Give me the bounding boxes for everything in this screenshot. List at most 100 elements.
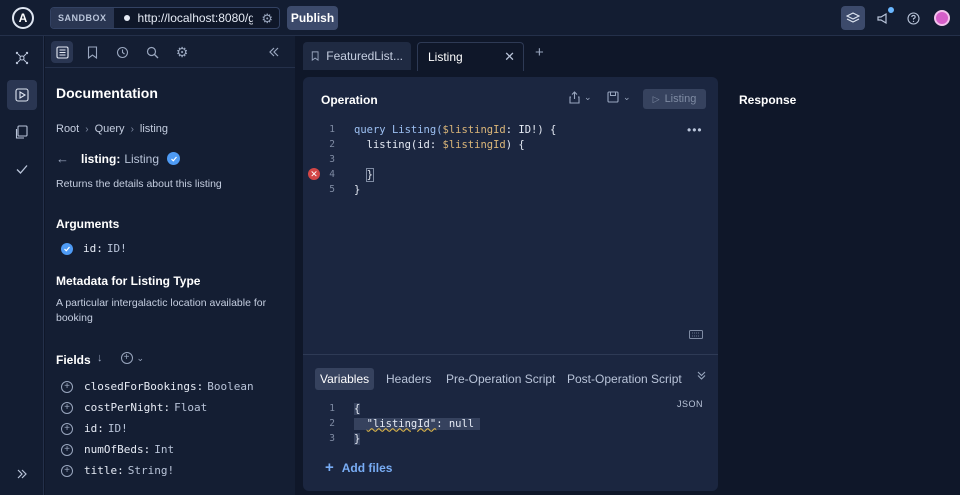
code-line: 2 "listingId": null: [303, 416, 481, 431]
back-arrow-icon[interactable]: ←: [56, 151, 69, 166]
tab-label: Listing: [428, 50, 463, 64]
layers-icon[interactable]: [841, 6, 865, 30]
fields-tools: ↓ + ⌄: [97, 352, 144, 364]
field-row-type[interactable]: Boolean: [207, 380, 253, 393]
chevron-right-icon: ›: [130, 123, 134, 135]
code-text: listing(id:: [366, 138, 443, 151]
documentation-panel: ⚙ Documentation Root › Query › listing ←…: [45, 36, 295, 495]
publish-button[interactable]: Publish: [287, 6, 338, 30]
user-avatar[interactable]: [934, 10, 950, 26]
announcement-icon[interactable]: [876, 6, 894, 30]
line-number: 1: [329, 403, 335, 414]
history-icon[interactable]: [111, 41, 133, 63]
collapse-panel-icon[interactable]: [263, 41, 285, 63]
line-number: 3: [329, 433, 335, 444]
tab-headers[interactable]: Headers: [381, 368, 436, 390]
more-options-icon[interactable]: •••: [687, 123, 703, 137]
metadata-title: Metadata for Listing Type: [56, 274, 201, 288]
breadcrumb: Root › Query › listing: [56, 123, 168, 135]
endpoint-url-input[interactable]: http://localhost:8080/graphql: [138, 11, 253, 25]
field-row-type[interactable]: Float: [174, 401, 207, 414]
field-row-type[interactable]: String!: [128, 464, 174, 477]
code-text: }: [354, 183, 361, 196]
field-row[interactable]: + numOfBeds: Int: [61, 443, 174, 456]
code-json-value: : null: [436, 417, 475, 430]
bookmark-icon[interactable]: [81, 41, 103, 63]
plus-circle-icon[interactable]: +: [61, 464, 73, 477]
documentation-icon[interactable]: [51, 41, 73, 63]
gear-icon[interactable]: ⚙: [261, 11, 273, 27]
connection-status-dot: [123, 15, 130, 21]
code-variable: $listingId: [442, 123, 506, 136]
field-row[interactable]: + title: String!: [61, 464, 174, 477]
save-menu-button[interactable]: ⌄: [607, 91, 631, 103]
top-bar: A SANDBOX http://localhost:8080/graphql …: [0, 0, 960, 36]
add-tab-icon[interactable]: +: [535, 44, 544, 61]
explorer-play-icon[interactable]: [7, 80, 37, 110]
line-number: 2: [329, 418, 335, 429]
apollo-logo-icon[interactable]: A: [12, 7, 34, 29]
endpoint-url-bar[interactable]: SANDBOX http://localhost:8080/graphql ⚙: [50, 7, 280, 29]
code-text: }: [365, 167, 375, 182]
tab-featured-listings[interactable]: FeaturedList...: [303, 42, 411, 70]
code-line: 3: [303, 152, 335, 167]
collapse-chevron-icon[interactable]: [696, 370, 707, 384]
settings-gear-icon[interactable]: ⚙: [171, 41, 193, 63]
error-icon[interactable]: ✕: [308, 168, 320, 180]
code-text: : ID!) {: [505, 123, 557, 136]
field-type[interactable]: Listing: [124, 152, 159, 166]
code-keyword: query: [354, 123, 386, 136]
chevron-down-icon: ⌄: [623, 91, 631, 102]
field-row[interactable]: + id: ID!: [61, 422, 128, 435]
line-number: 2: [329, 139, 335, 150]
add-all-fields-button[interactable]: + ⌄: [120, 352, 145, 364]
documentation-title: Documentation: [56, 85, 158, 101]
breadcrumb-query[interactable]: Query: [95, 123, 125, 135]
check-circle-icon[interactable]: [61, 242, 73, 255]
plus-circle-icon[interactable]: +: [61, 380, 73, 393]
add-files-button[interactable]: + Add files: [325, 459, 392, 476]
tab-listing[interactable]: Listing ✕: [417, 42, 524, 71]
sort-arrow-down-icon[interactable]: ↓: [97, 352, 103, 364]
field-description: Returns the details about this listing: [56, 178, 222, 190]
field-row-type[interactable]: Int: [154, 443, 174, 456]
share-menu-button[interactable]: ⌄: [569, 91, 592, 104]
plus-circle-icon[interactable]: +: [61, 422, 73, 435]
help-icon[interactable]: [905, 6, 921, 30]
save-icon: [607, 91, 619, 103]
argument-row[interactable]: id: ID!: [61, 242, 127, 255]
keyboard-icon[interactable]: [689, 328, 703, 342]
field-row[interactable]: + costPerNight: Float: [61, 401, 207, 414]
close-icon[interactable]: ✕: [504, 49, 515, 65]
expand-sidebar-icon[interactable]: [7, 459, 37, 489]
code-json-key: "listingId": [366, 417, 437, 430]
left-nav-rail: [0, 36, 44, 495]
tab-variables[interactable]: Variables: [315, 368, 375, 390]
breadcrumb-root[interactable]: Root: [56, 123, 79, 135]
field-row[interactable]: + closedForBookings: Boolean: [61, 380, 254, 393]
line-number: 1: [329, 124, 335, 135]
field-name: listing:: [81, 151, 121, 166]
field-row-name: title:: [84, 464, 124, 477]
add-files-label: Add files: [341, 460, 393, 475]
code-line: 3 }: [303, 431, 361, 446]
tab-pre-operation-script[interactable]: Pre-Operation Script: [441, 368, 560, 390]
tab-post-operation-script[interactable]: Post-Operation Script: [562, 368, 687, 390]
field-row-type[interactable]: ID!: [108, 422, 128, 435]
plus-circle-icon[interactable]: +: [61, 443, 73, 456]
code-operation-name: Listing(: [391, 123, 443, 136]
run-operation-button[interactable]: ▷ Listing: [643, 89, 706, 109]
argument-type: ID!: [106, 242, 127, 255]
check-circle-icon[interactable]: [167, 152, 181, 165]
code-variable: $listingId: [442, 138, 506, 151]
json-mode-label[interactable]: JSON: [677, 399, 703, 409]
plus-circle-icon[interactable]: +: [61, 401, 73, 414]
chevron-down-icon: ⌄: [136, 352, 145, 363]
tab-label: FeaturedList...: [326, 49, 403, 63]
field-row-name: id:: [84, 422, 104, 435]
checks-icon[interactable]: [7, 154, 37, 184]
search-icon[interactable]: [141, 41, 163, 63]
code-line: 1 query Listing($listingId: ID!) {: [303, 122, 556, 137]
schema-graph-icon[interactable]: [7, 43, 37, 73]
collections-icon[interactable]: [7, 117, 37, 147]
